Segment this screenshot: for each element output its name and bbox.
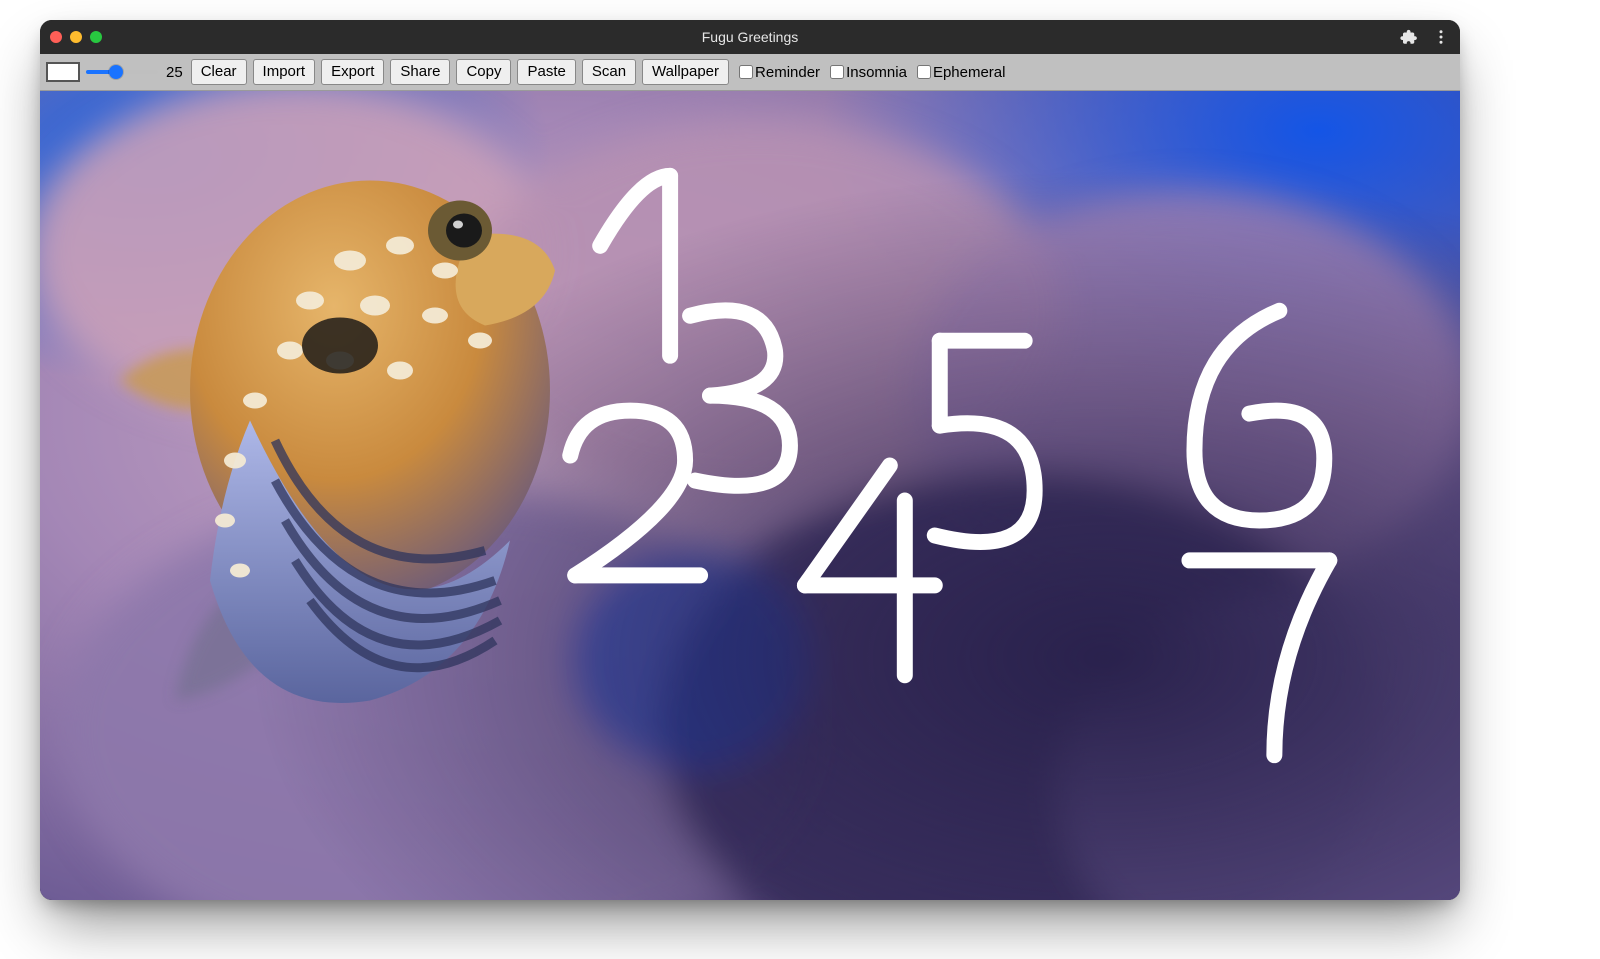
export-button[interactable]: Export [321,59,384,85]
reminder-checkbox-label: Reminder [755,64,820,81]
reminder-checkbox-input[interactable] [739,65,753,79]
import-button[interactable]: Import [253,59,316,85]
color-picker[interactable] [46,62,80,82]
drawn-glyph-7 [1189,560,1329,755]
ephemeral-checkbox[interactable]: Ephemeral [917,64,1006,81]
brush-size-slider[interactable] [86,64,158,80]
titlebar: Fugu Greetings [40,20,1460,54]
copy-button[interactable]: Copy [456,59,511,85]
ephemeral-checkbox-input[interactable] [917,65,931,79]
ephemeral-checkbox-label: Ephemeral [933,64,1006,81]
maximize-window-button[interactable] [90,31,102,43]
app-window: Fugu Greetings 25 Clear [40,20,1460,900]
canvas-strokes-layer [40,91,1460,900]
insomnia-checkbox[interactable]: Insomnia [830,64,907,81]
window-title: Fugu Greetings [40,29,1460,45]
minimize-window-button[interactable] [70,31,82,43]
reminder-checkbox[interactable]: Reminder [739,64,820,81]
clear-button[interactable]: Clear [191,59,247,85]
drawn-glyph-6 [1194,311,1324,521]
scan-button[interactable]: Scan [582,59,636,85]
drawn-glyph-1 [600,176,670,356]
drawing-canvas[interactable] [40,91,1460,900]
wallpaper-button[interactable]: Wallpaper [642,59,729,85]
drawn-glyph-4 [805,466,935,676]
more-menu-icon[interactable] [1432,28,1450,46]
window-controls [50,31,102,43]
extensions-icon[interactable] [1400,28,1418,46]
toolbar: 25 Clear Import Export Share Copy Paste … [40,54,1460,91]
brush-size-value: 25 [166,64,183,81]
share-button[interactable]: Share [390,59,450,85]
drawn-glyph-5 [935,341,1035,542]
drawn-glyph-2 [570,411,700,576]
insomnia-checkbox-label: Insomnia [846,64,907,81]
drawn-glyph-3 [690,310,790,485]
insomnia-checkbox-input[interactable] [830,65,844,79]
paste-button[interactable]: Paste [517,59,575,85]
close-window-button[interactable] [50,31,62,43]
